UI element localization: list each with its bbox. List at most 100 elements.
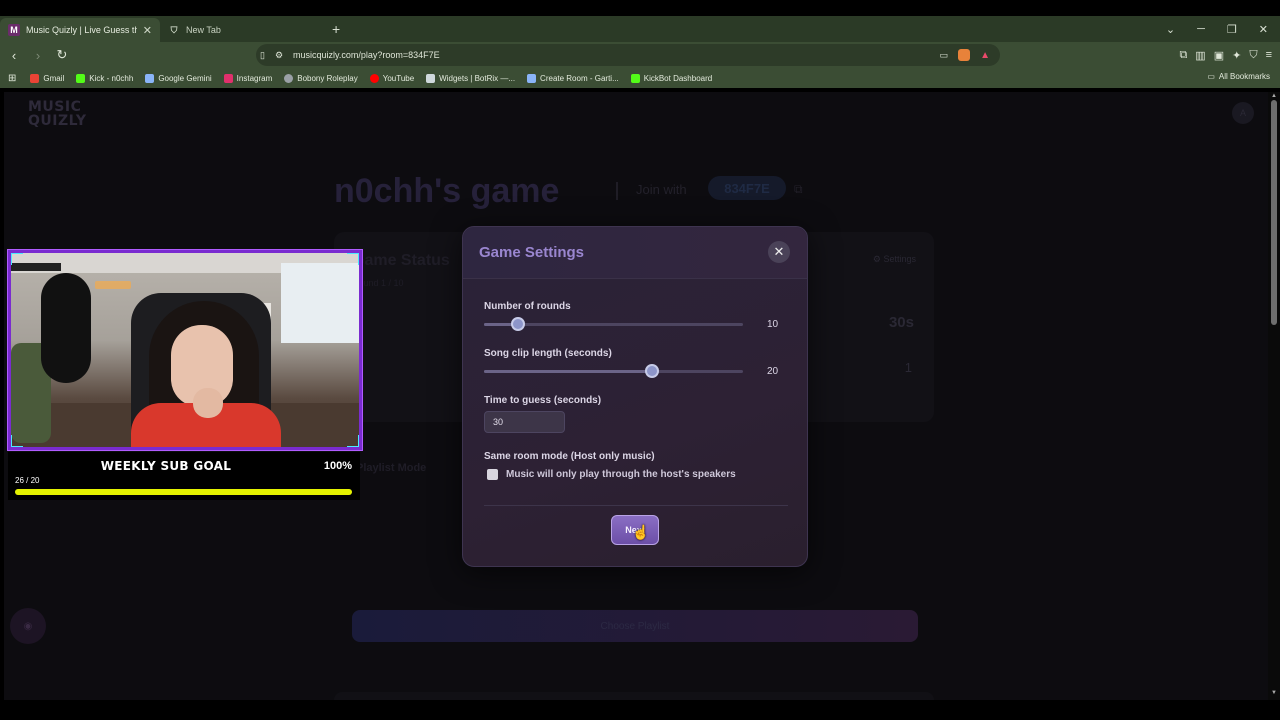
gear-icon: ⚙ — [872, 254, 884, 264]
clip-length-slider[interactable] — [484, 364, 743, 378]
page-icon — [527, 73, 537, 83]
kick-icon — [76, 73, 86, 83]
rounds-slider[interactable] — [484, 317, 743, 331]
leo-ai-icon[interactable]: ✦ — [1232, 49, 1241, 62]
site-info-icon[interactable]: ⚙ — [275, 50, 283, 61]
gemini-icon — [145, 73, 155, 83]
restore-icon[interactable]: ❐ — [1227, 23, 1237, 36]
room-code-badge[interactable]: 834F7E — [708, 176, 786, 200]
bookmark-label: KickBot Dashboard — [643, 73, 713, 83]
url-text[interactable]: musicquizly.com/play?room=834F7E — [293, 50, 930, 60]
goal-title: WEEKLY SUB GOAL — [100, 459, 232, 473]
extensions-icon[interactable]: ⧉ — [1179, 49, 1187, 62]
rewards-triangle-icon[interactable]: ▲ — [980, 50, 990, 61]
settings-button[interactable]: ⚙ Settings — [873, 254, 916, 265]
guess-time-label: Time to guess (seconds) — [484, 395, 602, 406]
shield-icon: ⛉ — [170, 24, 178, 35]
tab-close-icon[interactable]: ✕ — [143, 24, 152, 37]
tab-search-chevron-icon[interactable]: ⌄ — [1166, 23, 1175, 36]
bookmarks-bar: ⊞ Gmail Kick - n0chh Google Gemini Insta… — [0, 68, 1280, 88]
music-quizly-logo[interactable]: MUSIC QUIZLY — [28, 100, 87, 128]
streamer-hand — [193, 388, 223, 418]
sub-goal-widget: WEEKLY SUB GOAL 100% 26 / 20 — [8, 452, 360, 500]
gmail-icon — [30, 73, 40, 83]
all-bookmarks[interactable]: ▭ All Bookmarks — [1207, 72, 1270, 81]
bookmark-label: Google Gemini — [158, 73, 212, 83]
modal-close-button[interactable]: ✕ — [768, 241, 790, 263]
clip-length-slider-thumb[interactable] — [645, 364, 660, 378]
window-controls: ⌄ ─ ❐ ✕ — [1166, 16, 1280, 42]
bookmark-bobony[interactable]: Bobony Roleplay — [284, 73, 358, 83]
close-icon: ✕ — [773, 244, 785, 259]
bookmark-kick[interactable]: Kick - n0chh — [76, 73, 133, 83]
rounds-label: Number of rounds — [484, 301, 571, 312]
kickbot-icon — [630, 73, 640, 83]
title-separator — [616, 182, 618, 200]
bookmark-label: Instagram — [236, 73, 273, 83]
tab-title: New Tab — [186, 25, 221, 35]
vpn-shield-icon[interactable]: ⛉ — [1249, 49, 1257, 62]
address-bar[interactable]: ▯ ⚙ musicquizly.com/play?room=834F7E ▭ ▲ — [256, 44, 1000, 66]
bookmark-botrix[interactable]: Widgets | BotRix —... — [426, 73, 516, 83]
menu-icon[interactable]: ≡ — [1266, 49, 1272, 61]
bookmark-gmail[interactable]: Gmail — [30, 73, 65, 83]
top-strip — [0, 0, 1280, 16]
bookmark-label: Bobony Roleplay — [297, 73, 358, 83]
tab-strip: M Music Quizly | Live Guess the So... ✕ … — [0, 16, 1280, 42]
bottom-card — [334, 692, 934, 700]
browser-toolbar: ‹ › ↻ ▯ ⚙ musicquizly.com/play?room=834F… — [0, 42, 1280, 68]
choose-playlist-button[interactable]: Choose Playlist — [352, 610, 918, 642]
sidebar-icon[interactable]: ▥ — [1195, 49, 1205, 62]
reload-icon[interactable]: ↻ — [52, 47, 72, 63]
bookmark-label: Gmail — [43, 73, 65, 83]
guess-time-input[interactable]: 30 — [484, 411, 565, 433]
same-room-checkbox[interactable] — [487, 469, 498, 480]
bookmark-gemini[interactable]: Google Gemini — [145, 73, 212, 83]
game-settings-modal: Game Settings ✕ Number of rounds 10 Song… — [462, 226, 808, 567]
scrollbar-thumb[interactable] — [1271, 100, 1277, 325]
close-window-icon[interactable]: ✕ — [1259, 23, 1268, 36]
brave-shield-icon[interactable] — [958, 49, 971, 61]
frame-corner-bl — [11, 435, 23, 447]
bookmark-youtube[interactable]: YouTube — [369, 73, 415, 83]
goal-progress-fill — [15, 489, 352, 495]
all-bookmarks-label: All Bookmarks — [1218, 72, 1270, 81]
toolbar-actions: ⧉ ▥ ▣ ✦ ⛉ ≡ — [1179, 42, 1272, 68]
back-arrow-icon[interactable]: ‹ — [4, 48, 24, 63]
webcam-badge — [95, 281, 131, 289]
settings-label: Settings — [883, 254, 916, 264]
cast-icon[interactable]: ▭ — [940, 50, 949, 61]
forward-arrow-icon[interactable]: › — [28, 48, 48, 63]
bookmark-kickbot[interactable]: KickBot Dashboard — [630, 73, 713, 83]
new-tab-plus-icon[interactable]: + — [332, 21, 340, 37]
time-value: 30s — [888, 314, 914, 331]
tab-music-quizly[interactable]: M Music Quizly | Live Guess the So... ✕ — [0, 18, 160, 42]
join-label: Join with — [636, 182, 687, 197]
goal-percent: 100% — [323, 460, 352, 472]
bookmark-label: YouTube — [382, 73, 415, 83]
bookmark-create-room[interactable]: Create Room - Garti... — [527, 73, 619, 83]
webcam-overlay — [8, 250, 362, 450]
minimize-icon[interactable]: ─ — [1197, 23, 1205, 35]
bookmark-label: Widgets | BotRix —... — [439, 73, 516, 83]
clip-length-slider-fill — [484, 370, 653, 373]
same-room-checkbox-label: Music will only play through the host's … — [506, 469, 736, 480]
folder-icon: ▭ — [1207, 72, 1215, 81]
floating-action-button[interactable]: ◉ — [10, 608, 46, 644]
same-room-option[interactable]: Music will only play through the host's … — [487, 469, 736, 480]
globe-icon — [284, 73, 294, 83]
rounds-slider-thumb[interactable] — [510, 317, 525, 331]
copy-icon[interactable]: ⧉ — [794, 182, 803, 197]
apps-grid-icon[interactable]: ⊞ — [8, 73, 16, 84]
microphone — [41, 273, 91, 383]
same-room-label: Same room mode (Host only music) — [484, 451, 655, 462]
bookmark-instagram[interactable]: Instagram — [223, 73, 273, 83]
modal-divider — [484, 505, 788, 506]
instagram-icon — [223, 73, 233, 83]
bookmark-icon[interactable]: ▯ — [260, 50, 265, 61]
wallet-icon[interactable]: ▣ — [1214, 49, 1224, 62]
user-avatar[interactable]: A — [1232, 102, 1254, 124]
scroll-down-arrow-icon[interactable]: ▼ — [1271, 690, 1277, 696]
scroll-up-arrow-icon[interactable]: ▲ — [1271, 93, 1277, 99]
tab-new-tab[interactable]: ⛉ New Tab — [160, 18, 320, 42]
